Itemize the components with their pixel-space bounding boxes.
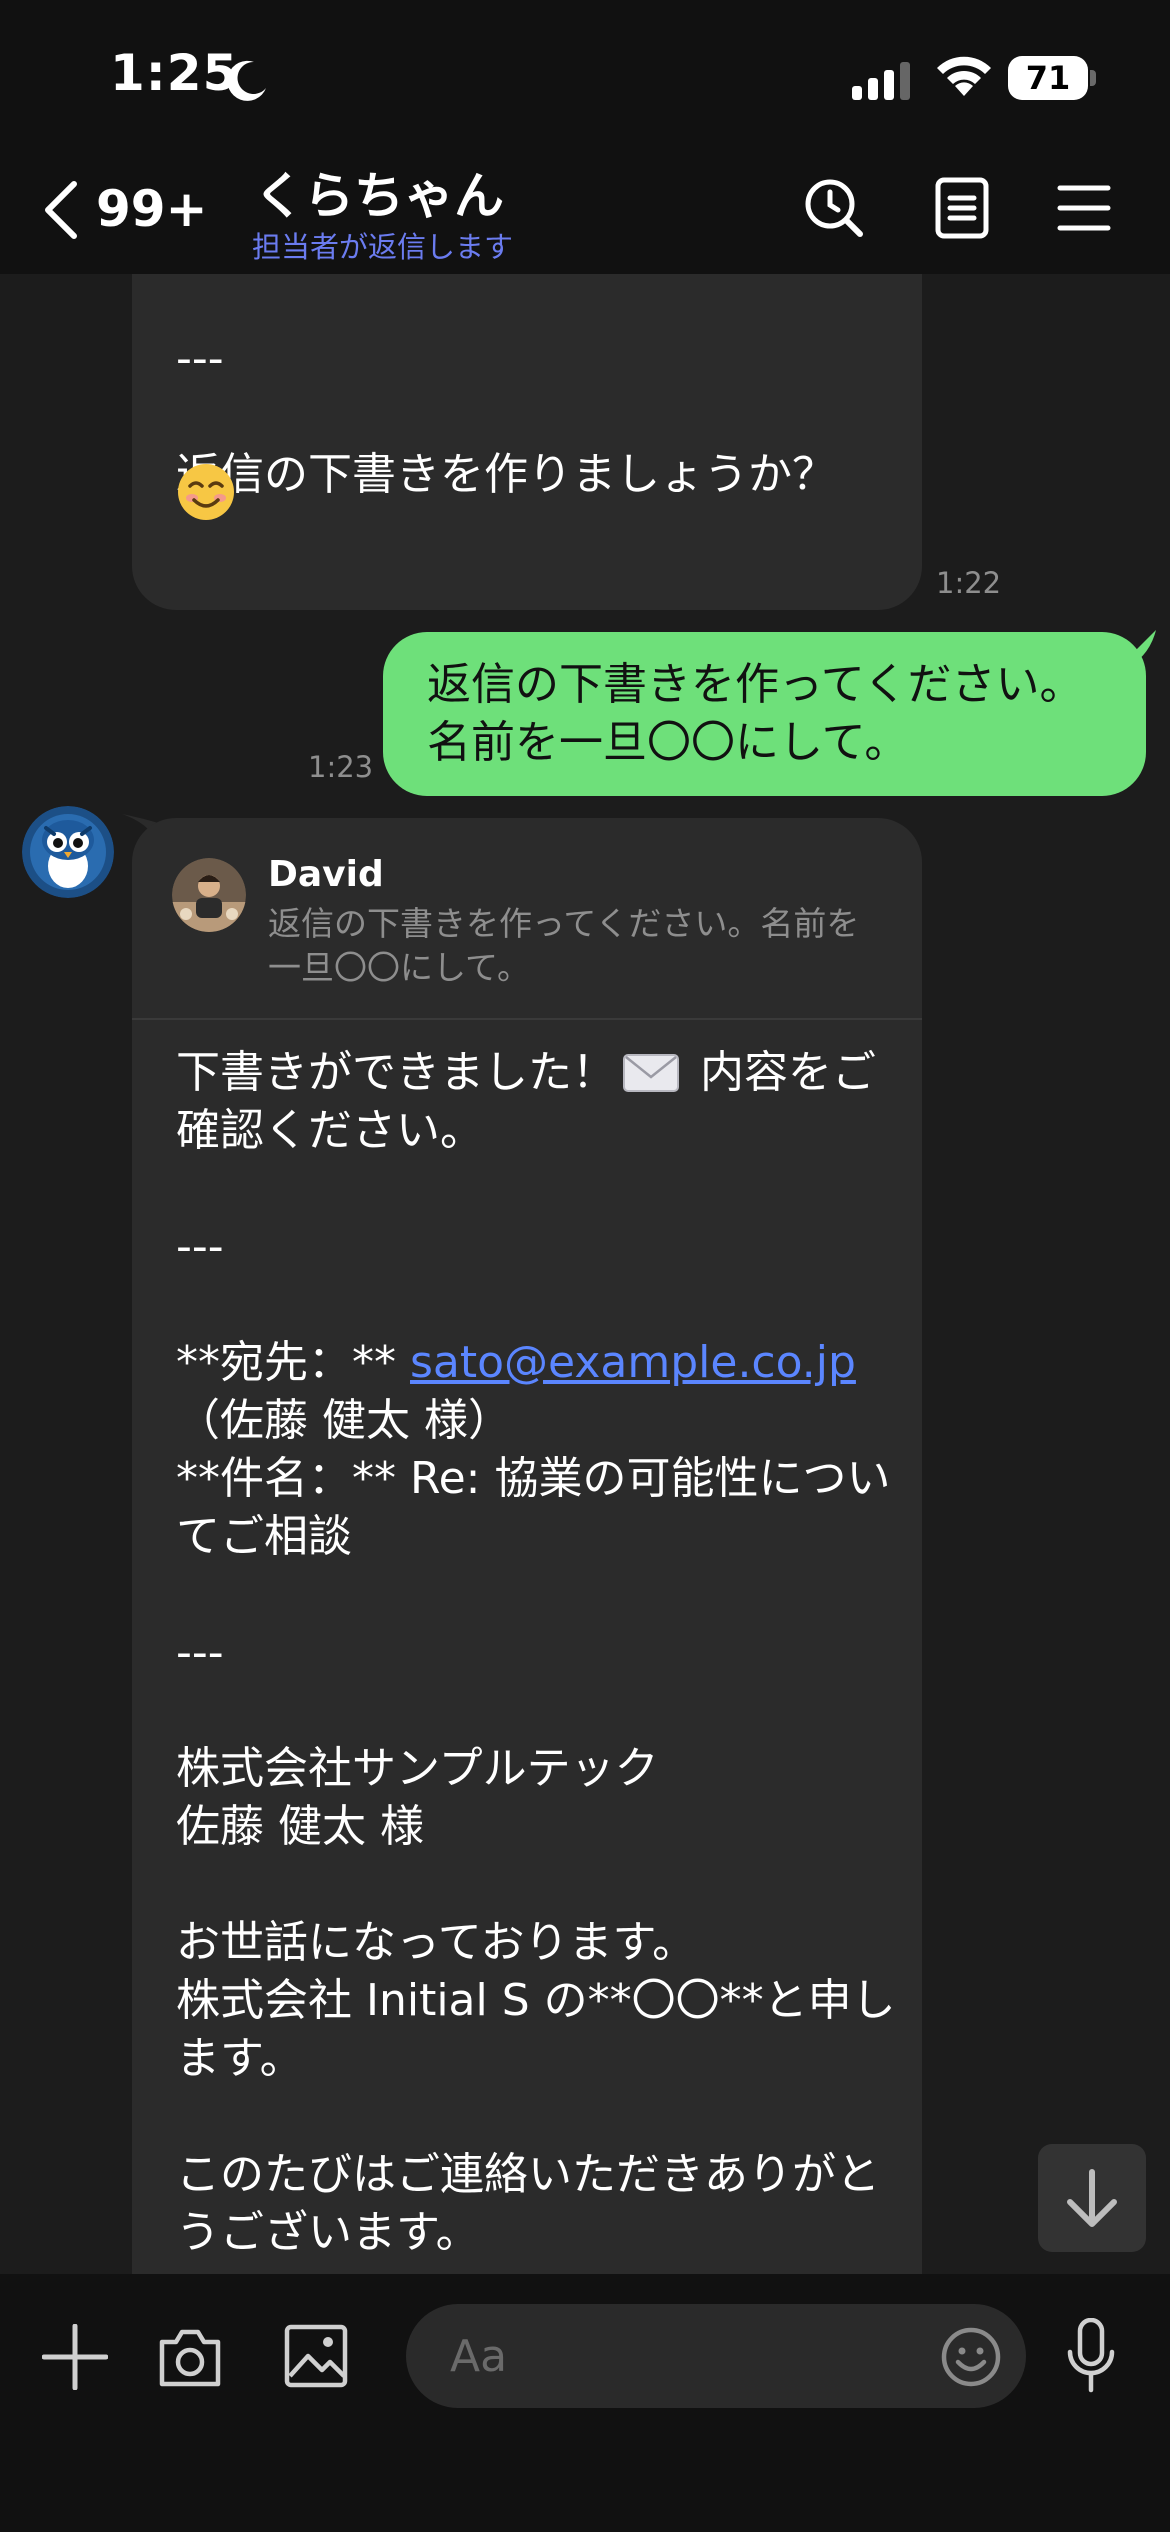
- message-body: 下書きができました！ 内容をご確認ください。 ​ --- ​ **宛先：** s…: [176, 1044, 896, 2262]
- message-time: 1:22: [936, 566, 1002, 600]
- draft-intro: 下書きができました！ 内容をご確認ください。: [176, 1044, 896, 1160]
- owl-avatar[interactable]: [22, 806, 114, 898]
- email-link[interactable]: sato@example.co.jp: [410, 1337, 856, 1388]
- back-chevron-icon[interactable]: [40, 178, 80, 242]
- message-input-bar: [0, 2274, 1170, 2532]
- chat-header: 99+ くらちゃん 担当者が返信します: [0, 150, 1170, 274]
- reply-sender-name: David: [268, 854, 384, 895]
- incoming-message-bubble[interactable]: の相談 --- 返信の下書きを作りましょうか？: [132, 274, 922, 610]
- menu-icon[interactable]: [1056, 180, 1112, 236]
- search-icon[interactable]: [802, 176, 866, 240]
- emoji-icon[interactable]: [940, 2326, 1002, 2388]
- message-input[interactable]: [406, 2304, 1026, 2408]
- quoted-reply[interactable]: David 返信の下書きを作ってください。名前を一旦〇〇にして。: [132, 818, 922, 1020]
- to-line: **宛先：** sato@example.co.jp: [176, 1334, 896, 1392]
- camera-icon[interactable]: [156, 2324, 224, 2390]
- to-label: **宛先：**: [176, 1337, 410, 1388]
- arrow-down-icon: [1067, 2169, 1117, 2227]
- envelope-icon: [623, 1054, 679, 1092]
- message-list[interactable]: の相談 --- 返信の下書きを作りましょうか？ 1:22 返信の下書きを作ってく…: [0, 274, 1170, 2274]
- battery-indicator: 71: [1008, 56, 1088, 100]
- chat-subtitle: 担当者が返信します: [252, 230, 514, 264]
- moon-icon: [227, 60, 266, 101]
- scroll-to-bottom-button[interactable]: [1038, 2144, 1146, 2252]
- david-avatar: [172, 858, 246, 932]
- cellular-signal-icon: [852, 62, 910, 100]
- microphone-icon[interactable]: [1066, 2318, 1116, 2394]
- thanks-line: このたびはご連絡いただきありがとうございます。: [176, 2149, 880, 2258]
- message-text: 返信の下書きを作ってください。 名前を一旦〇〇にして。: [427, 659, 1084, 768]
- status-bar: 1:25 71: [0, 0, 1170, 150]
- reply-quoted-text: 返信の下書きを作ってください。名前を一旦〇〇にして。: [268, 904, 860, 987]
- greeting: お世話になっております。 株式会社 Initial S の**〇〇**と申します…: [176, 1917, 896, 2084]
- smiling-face-emoji-icon: [178, 464, 234, 520]
- subject-line: **件名：** Re: 協業の可能性についてご相談: [176, 1453, 891, 1562]
- notes-icon[interactable]: [932, 176, 992, 240]
- image-icon[interactable]: [284, 2324, 348, 2388]
- to-name: （佐藤 健太 様）: [176, 1395, 512, 1446]
- outgoing-bubble-tail: [1120, 630, 1156, 666]
- draft-intro-text: 下書きができました！: [176, 1047, 616, 1098]
- message-text: の相談 --- 返信の下書きを作りましょうか？: [176, 333, 836, 500]
- separator: ---: [176, 1627, 224, 1678]
- message-time: 1:23: [308, 750, 374, 784]
- recipient-company: 株式会社サンプルテック 佐藤 健太 様: [176, 1743, 659, 1852]
- separator: ---: [176, 1221, 224, 1272]
- outgoing-message-bubble[interactable]: 返信の下書きを作ってください。 名前を一旦〇〇にして。: [383, 632, 1146, 796]
- incoming-message-bubble[interactable]: David 返信の下書きを作ってください。名前を一旦〇〇にして。 下書きができま…: [132, 818, 922, 2274]
- status-time: 1:25: [110, 44, 239, 102]
- unread-count[interactable]: 99+: [96, 180, 207, 238]
- battery-tip: [1090, 70, 1096, 86]
- wifi-icon: [937, 56, 991, 96]
- plus-icon[interactable]: [42, 2324, 108, 2390]
- chat-title[interactable]: くらちゃん: [254, 156, 504, 228]
